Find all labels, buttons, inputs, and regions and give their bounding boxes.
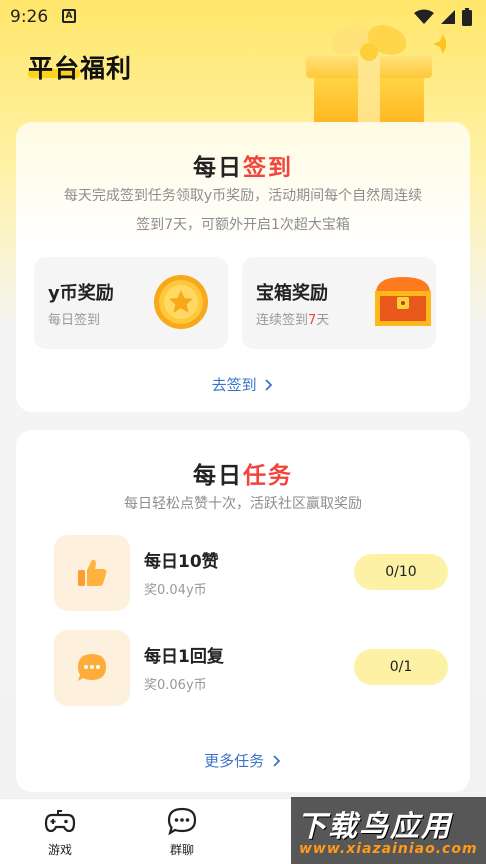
chevron-right-icon xyxy=(273,755,281,767)
chat-bubble-icon xyxy=(78,654,106,681)
status-time: 9:26 xyxy=(10,7,49,27)
chest-reward-title: 宝箱奖励 xyxy=(256,283,328,304)
gamepad-icon xyxy=(44,810,76,833)
task-icon-box xyxy=(54,535,130,611)
gift-box-illustration xyxy=(306,25,446,130)
chest-reward-box: 宝箱奖励 连续签到7天 xyxy=(242,257,436,349)
task-progress-pill[interactable]: 0/10 xyxy=(354,554,448,590)
signin-title: 每日签到 xyxy=(193,155,293,181)
watermark-url: www.xiazainiao.com xyxy=(299,841,478,857)
task-title: 每日10赞 xyxy=(144,552,219,572)
nav-item-group-chat[interactable]: 群聊 xyxy=(152,807,212,858)
notification-a-icon: A xyxy=(62,9,76,23)
chest-reward-subtitle: 连续签到7天 xyxy=(256,313,330,328)
chat-icon xyxy=(167,807,197,836)
nav-item-games[interactable]: 游戏 xyxy=(30,807,90,858)
coin-reward-subtitle: 每日签到 xyxy=(48,313,101,328)
daily-signin-card: 每日签到 每天完成签到任务领取y币奖励，活动期间每个自然周连续 签到7天，可额外… xyxy=(16,122,470,412)
task-icon-box xyxy=(54,630,130,706)
battery-icon xyxy=(462,8,472,26)
task-row-likes: 每日10赞 奖0.04y币 0/10 xyxy=(54,535,448,611)
tasks-description: 每日轻松点赞十次，活跃社区赢取奖励 xyxy=(124,496,362,512)
go-signin-link[interactable]: 去签到 xyxy=(16,374,470,395)
tasks-title: 每日任务 xyxy=(193,463,293,489)
task-progress-pill[interactable]: 0/1 xyxy=(354,649,448,685)
task-reward: 奖0.06y币 xyxy=(144,678,207,693)
watermark-text: 下载鸟应用 xyxy=(297,809,453,843)
coin-reward-title: y币奖励 xyxy=(48,283,114,304)
daily-tasks-card: 每日任务 每日轻松点赞十次，活跃社区赢取奖励 每日10赞 奖0.04y币 0/1… xyxy=(16,430,470,792)
task-title: 每日1回复 xyxy=(144,647,224,667)
thumbs-up-icon xyxy=(78,559,107,586)
chevron-right-icon xyxy=(265,379,273,391)
signin-description: 每天完成签到任务领取y币奖励，活动期间每个自然周连续 签到7天，可额外开启1次超… xyxy=(63,188,423,233)
treasure-chest-icon xyxy=(375,277,431,326)
nav-label: 游戏 xyxy=(47,843,72,857)
nav-label: 群聊 xyxy=(169,843,194,857)
more-tasks-link[interactable]: 更多任务 xyxy=(16,750,470,771)
task-row-reply: 每日1回复 奖0.06y币 0/1 xyxy=(54,630,448,706)
coin-icon xyxy=(154,275,208,329)
watermark: 下载鸟应用 www.xiazainiao.com xyxy=(291,797,486,864)
task-reward: 奖0.04y币 xyxy=(144,583,207,598)
coin-reward-box: y币奖励 每日签到 xyxy=(34,257,228,349)
page-title: 平台福利 xyxy=(28,54,133,83)
